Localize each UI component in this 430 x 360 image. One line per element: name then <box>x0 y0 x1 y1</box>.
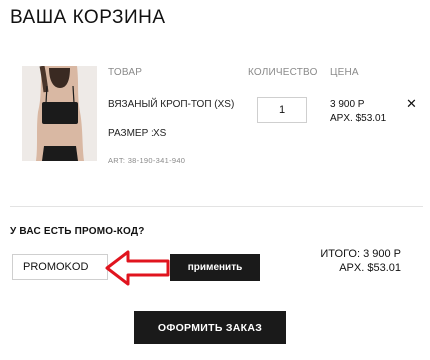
product-size-value: XS <box>153 128 167 139</box>
total-rub: ИТОГО: 3 900 Р <box>320 248 401 260</box>
column-header-quantity: КОЛИЧЕСТВО <box>248 67 318 78</box>
quantity-input[interactable] <box>257 97 307 123</box>
promo-question: У ВАС ЕСТЬ ПРОМО-КОД? <box>10 226 145 237</box>
arrow-left-icon <box>105 250 170 286</box>
product-size-label: РАЗМЕР : <box>108 128 154 139</box>
page-title: ВАША КОРЗИНА <box>10 7 166 28</box>
divider <box>10 206 423 207</box>
column-header-price: ЦЕНА <box>330 67 359 78</box>
cart-page: ВАША КОРЗИНА ТОВАР КОЛИЧЕСТВО ЦЕНА ВЯЗАН… <box>0 0 430 360</box>
promo-code-input[interactable] <box>12 254 108 280</box>
apply-promo-button[interactable]: применить <box>170 254 260 281</box>
product-name[interactable]: ВЯЗАНЫЙ КРОП-ТОП (XS) <box>108 99 234 110</box>
total-usd: APX. $53.01 <box>339 262 401 274</box>
price-rub: 3 900 Р <box>330 99 365 110</box>
remove-item-button[interactable]: ✕ <box>406 96 417 112</box>
price-usd: APX. $53.01 <box>330 113 387 124</box>
product-image[interactable] <box>22 66 97 161</box>
product-article-number: ART: 38-190-341-940 <box>108 156 186 165</box>
checkout-button[interactable]: ОФОРМИТЬ ЗАКАЗ <box>134 311 286 344</box>
column-header-product: ТОВАР <box>108 67 143 78</box>
product-photo-illustration <box>22 66 97 161</box>
close-icon: ✕ <box>406 96 417 111</box>
